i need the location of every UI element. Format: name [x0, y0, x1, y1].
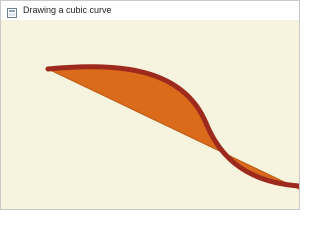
drawing-canvas — [1, 20, 299, 209]
app-window: Drawing a cubic curve — [0, 0, 300, 210]
cubic-curve-drawing — [45, 64, 299, 190]
title-bar[interactable]: Drawing a cubic curve — [1, 1, 299, 20]
window-title: Drawing a cubic curve — [23, 5, 112, 15]
window-app-icon[interactable] — [7, 5, 17, 18]
